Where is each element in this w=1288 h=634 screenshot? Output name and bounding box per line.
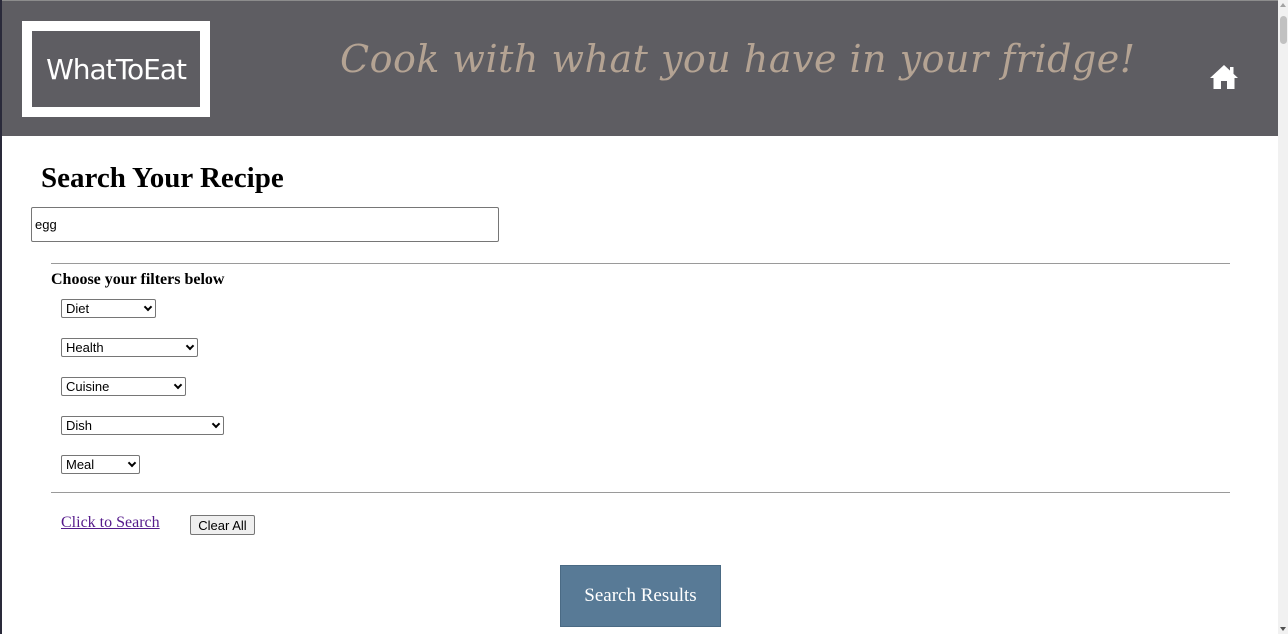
diet-select[interactable]: Diet <box>61 299 156 318</box>
meal-select[interactable]: Meal <box>61 455 140 474</box>
health-select-value: Health <box>66 340 104 355</box>
scroll-thumb[interactable] <box>1280 16 1287 44</box>
divider-top <box>51 263 1230 264</box>
meal-select-value: Meal <box>66 457 95 472</box>
filters-label: Choose your filters below <box>51 271 225 288</box>
search-results-button[interactable]: Search Results <box>560 565 721 627</box>
logo-text: WhatToEat <box>32 31 200 107</box>
page-title: Search Your Recipe <box>41 162 284 194</box>
chevron-down-icon <box>185 341 195 351</box>
chevron-down-icon <box>173 380 183 390</box>
scroll-up-icon[interactable] <box>1280 3 1286 7</box>
cuisine-select[interactable]: Cuisine <box>61 377 186 396</box>
dish-select[interactable]: Dish <box>61 416 224 435</box>
cuisine-select-value: Cuisine <box>66 379 110 394</box>
divider-bottom <box>51 492 1230 493</box>
dish-select-value: Dish <box>66 418 93 433</box>
site-header: WhatToEat Cook with what you have in you… <box>2 0 1280 136</box>
page: WhatToEat Cook with what you have in you… <box>0 0 1288 634</box>
diet-select-value: Diet <box>66 301 90 316</box>
scrollbar[interactable] <box>1278 0 1288 634</box>
click-to-search-link[interactable]: Click to Search <box>61 514 160 532</box>
tagline: Cook with what you have in your fridge! <box>340 37 1136 81</box>
chevron-down-icon <box>127 458 137 468</box>
clear-all-button[interactable]: Clear All <box>190 515 255 535</box>
logo[interactable]: WhatToEat <box>22 21 210 117</box>
scroll-down-icon[interactable] <box>1280 627 1286 631</box>
home-icon[interactable] <box>1208 63 1240 91</box>
chevron-down-icon <box>211 419 221 429</box>
search-input[interactable] <box>31 207 499 242</box>
health-select[interactable]: Health <box>61 338 198 357</box>
chevron-down-icon <box>143 302 153 312</box>
